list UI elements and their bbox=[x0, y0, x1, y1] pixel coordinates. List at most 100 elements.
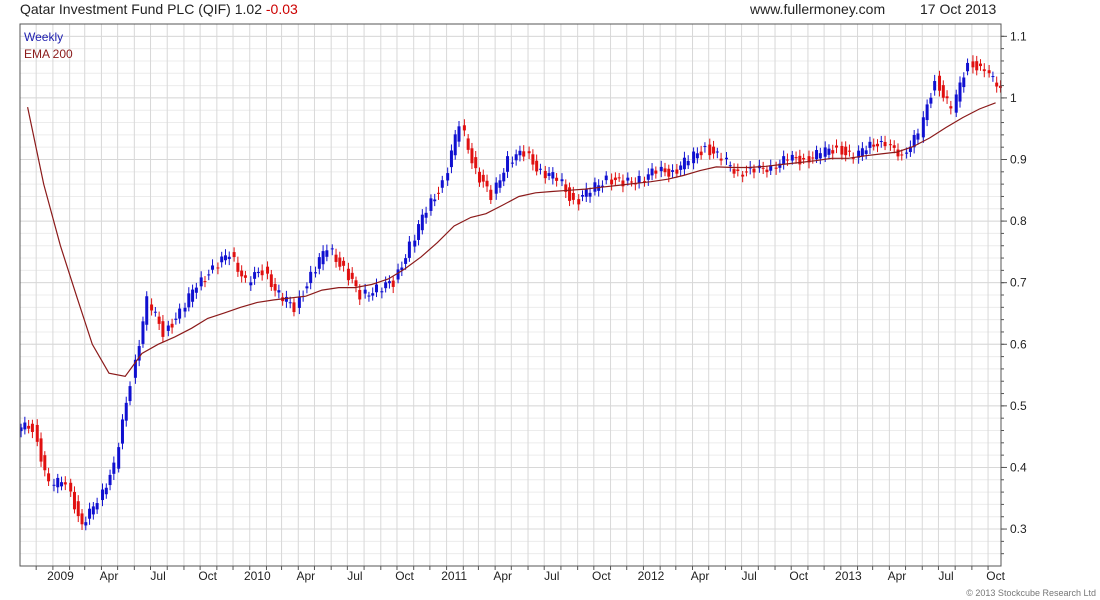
price-bar bbox=[991, 76, 995, 78]
price-bar bbox=[194, 287, 198, 293]
price-bar bbox=[384, 282, 388, 289]
price-bar bbox=[560, 179, 564, 182]
price-bar bbox=[243, 275, 247, 278]
price-bar bbox=[440, 180, 444, 188]
price-bar bbox=[124, 402, 128, 421]
price-bar bbox=[916, 133, 920, 140]
price-bar bbox=[183, 307, 187, 312]
price-bar bbox=[380, 291, 384, 293]
x-tick-label: Jul bbox=[938, 569, 953, 583]
price-bar bbox=[995, 82, 999, 87]
price-bar bbox=[502, 172, 506, 182]
price-bar bbox=[741, 174, 745, 177]
price-bar bbox=[703, 145, 707, 147]
price-bar bbox=[104, 487, 108, 495]
y-tick-label: 0.5 bbox=[1010, 399, 1027, 413]
price-bar bbox=[531, 154, 535, 165]
price-bar bbox=[60, 482, 64, 487]
price-bar bbox=[374, 284, 378, 293]
price-bar bbox=[708, 144, 712, 156]
x-tick-label: Jul bbox=[741, 569, 756, 583]
price-bar bbox=[962, 77, 966, 88]
x-tick-label: Jul bbox=[544, 569, 559, 583]
x-tick-label: Oct bbox=[986, 569, 1005, 583]
x-tick-label: Apr bbox=[493, 569, 512, 583]
price-bar bbox=[150, 304, 154, 311]
price-bar bbox=[987, 70, 991, 74]
price-bar bbox=[827, 148, 831, 155]
price-bar bbox=[63, 482, 67, 485]
x-tick-label: Apr bbox=[691, 569, 710, 583]
price-bar bbox=[161, 321, 165, 337]
price-bar bbox=[712, 146, 716, 154]
price-bar bbox=[815, 150, 819, 160]
price-bar bbox=[256, 271, 260, 274]
price-bar bbox=[43, 455, 47, 471]
price-bar bbox=[470, 148, 474, 164]
price-bar bbox=[76, 501, 80, 517]
price-bar bbox=[506, 156, 510, 172]
x-tick-label: Jul bbox=[150, 569, 165, 583]
price-bar bbox=[958, 82, 962, 102]
price-bar bbox=[802, 157, 806, 160]
price-bar bbox=[396, 269, 400, 280]
y-tick-label: 0.9 bbox=[1010, 153, 1027, 167]
price-bar bbox=[128, 386, 132, 402]
price-bar bbox=[659, 166, 663, 172]
y-tick-label: 1 bbox=[1010, 91, 1017, 105]
price-bar bbox=[446, 173, 450, 181]
price-bar bbox=[342, 260, 346, 266]
price-bar bbox=[407, 241, 411, 258]
price-bar bbox=[84, 522, 88, 526]
price-bar bbox=[929, 97, 933, 104]
price-bar bbox=[420, 214, 424, 231]
price-bar bbox=[568, 187, 572, 201]
price-bar bbox=[949, 106, 953, 109]
price-bar bbox=[900, 154, 904, 156]
price-bar bbox=[334, 254, 338, 262]
price-bar bbox=[387, 281, 391, 284]
price-bar bbox=[227, 256, 231, 260]
price-bar bbox=[424, 212, 428, 218]
price-bar bbox=[232, 252, 236, 258]
price-bar bbox=[555, 177, 559, 181]
price-bar bbox=[584, 188, 588, 197]
price-bar bbox=[667, 168, 671, 177]
price-bar bbox=[112, 462, 116, 474]
price-bar bbox=[346, 268, 350, 281]
price-bar bbox=[682, 157, 686, 170]
price-bar bbox=[941, 85, 945, 98]
price-bar bbox=[971, 61, 975, 68]
price-bar bbox=[453, 134, 457, 156]
price-bar bbox=[207, 274, 211, 276]
price-bar bbox=[317, 257, 321, 269]
price-bar bbox=[752, 168, 756, 173]
x-tick-label: Apr bbox=[100, 569, 119, 583]
price-bar bbox=[945, 96, 949, 99]
price-bar bbox=[363, 289, 367, 294]
price-bar bbox=[284, 296, 288, 302]
price-bar bbox=[350, 272, 354, 279]
price-bar bbox=[253, 272, 257, 279]
price-bar bbox=[860, 148, 864, 157]
x-tick-label: 2009 bbox=[47, 569, 74, 583]
price-bar bbox=[872, 144, 876, 147]
price-bar bbox=[314, 272, 318, 274]
price-bar bbox=[630, 181, 634, 183]
price-bar bbox=[888, 144, 892, 146]
price-bar bbox=[695, 153, 699, 159]
price-bar bbox=[790, 154, 794, 161]
price-bar bbox=[879, 140, 883, 142]
price-bar bbox=[692, 151, 696, 164]
price-bar bbox=[433, 199, 437, 202]
price-bar bbox=[654, 170, 658, 174]
price-bar bbox=[547, 173, 551, 176]
price-bar bbox=[498, 180, 502, 188]
price-bar bbox=[52, 484, 56, 486]
price-bar bbox=[979, 63, 983, 67]
price-bar bbox=[153, 311, 157, 313]
price-bar bbox=[724, 157, 728, 160]
price-bar bbox=[966, 62, 970, 72]
price-bar bbox=[216, 267, 220, 269]
price-bar bbox=[761, 167, 765, 169]
